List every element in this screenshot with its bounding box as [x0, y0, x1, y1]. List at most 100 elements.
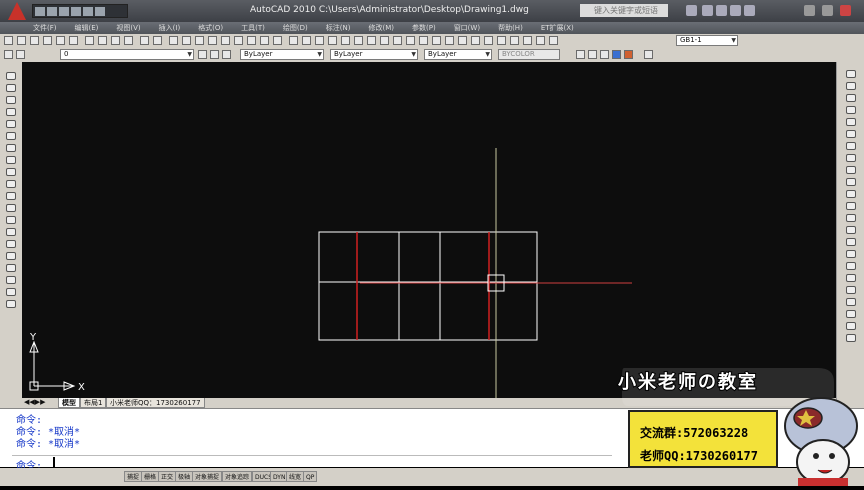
copy-icon[interactable] [98, 36, 107, 45]
lights-icon[interactable] [588, 50, 597, 59]
help-icon[interactable] [744, 5, 755, 16]
status-polar[interactable]: 极轴 [175, 471, 194, 482]
radius-dim-icon[interactable] [354, 36, 363, 45]
dim-edit-icon[interactable] [523, 36, 532, 45]
plot-icon[interactable] [43, 36, 52, 45]
menu-draw[interactable]: 绘图(D) [274, 22, 317, 34]
tool-palettes-icon[interactable] [247, 36, 256, 45]
match-icon[interactable] [124, 36, 133, 45]
qnew-icon[interactable] [4, 36, 13, 45]
communication-icon[interactable] [716, 5, 727, 16]
polygon-icon[interactable] [6, 108, 16, 116]
dimstyle-combo[interactable]: GB1-1 ▼ [676, 35, 738, 46]
menu-express[interactable]: ET扩展(X) [532, 22, 583, 34]
autocad-logo-icon[interactable] [8, 2, 26, 20]
center-mark-icon[interactable] [484, 36, 493, 45]
menu-insert[interactable]: 插入(I) [150, 22, 190, 34]
tab-nav-arrows-icon[interactable]: ◀◀▶▶ [24, 398, 46, 406]
layer-state-icon[interactable] [222, 50, 231, 59]
color-combo[interactable]: ByLayer ▼ [240, 49, 324, 60]
make-block-icon[interactable] [6, 216, 16, 224]
hatch-icon[interactable] [6, 240, 16, 248]
publish-icon[interactable] [69, 36, 78, 45]
status-snap[interactable]: 捕捉 [124, 471, 143, 482]
status-lineweight[interactable]: 线宽 [286, 471, 305, 482]
status-osnap[interactable]: 对象捕捉 [192, 471, 223, 482]
dim-space-icon[interactable] [445, 36, 454, 45]
visual-style-icon[interactable] [644, 50, 653, 59]
jogged-linear-icon[interactable] [510, 36, 519, 45]
menu-dimension[interactable]: 标注(N) [317, 22, 360, 34]
make-current-icon[interactable] [198, 50, 207, 59]
zoom-realtime-icon[interactable] [182, 36, 191, 45]
zoom-previous-icon[interactable] [208, 36, 217, 45]
extension-icon[interactable] [846, 322, 856, 330]
materials-icon[interactable] [600, 50, 609, 59]
layer-previous-icon[interactable] [210, 50, 219, 59]
render-icon[interactable] [576, 50, 585, 59]
layer-manager-icon[interactable] [4, 50, 13, 59]
linear-dim-icon[interactable] [302, 36, 311, 45]
minimize-icon[interactable] [804, 5, 815, 16]
gradient-icon[interactable] [6, 252, 16, 260]
continue-dim-icon[interactable] [432, 36, 441, 45]
ellipse-icon[interactable] [6, 180, 16, 188]
calculator-icon[interactable] [289, 36, 298, 45]
tab-layout1[interactable]: 布局1 [80, 398, 107, 408]
menu-window[interactable]: 窗口(W) [445, 22, 489, 34]
intersection-icon[interactable] [846, 310, 856, 318]
dim-text-edit-icon[interactable] [536, 36, 545, 45]
break-icon[interactable] [846, 214, 856, 222]
binoculars-icon[interactable] [686, 5, 697, 16]
snap-from-icon[interactable] [846, 274, 856, 282]
cut-icon[interactable] [85, 36, 94, 45]
trim-icon[interactable] [846, 178, 856, 186]
ellipse-arc-icon[interactable] [6, 192, 16, 200]
status-grid[interactable]: 栅格 [141, 471, 160, 482]
quick-dim-icon[interactable] [406, 36, 415, 45]
aligned-dim-icon[interactable] [315, 36, 324, 45]
multiline-text-icon[interactable] [6, 288, 16, 296]
status-otrack[interactable]: 对象追踪 [222, 471, 253, 482]
plotstyle-combo[interactable]: BYCOLOR [498, 49, 560, 60]
rectangle-icon[interactable] [6, 120, 16, 128]
angular-dim-icon[interactable] [393, 36, 402, 45]
midpoint-icon[interactable] [846, 298, 856, 306]
close-icon[interactable] [840, 5, 851, 16]
redo-icon[interactable] [153, 36, 162, 45]
zoom-window-icon[interactable] [195, 36, 204, 45]
spline-icon[interactable] [6, 168, 16, 176]
save-icon[interactable] [30, 36, 39, 45]
stretch-icon[interactable] [846, 166, 856, 174]
offset-icon[interactable] [846, 106, 856, 114]
layer-combo[interactable]: 0 ▼ [60, 49, 194, 60]
menu-tools[interactable]: 工具(T) [232, 22, 274, 34]
extend-icon[interactable] [846, 190, 856, 198]
insert-block-icon[interactable] [6, 204, 16, 212]
tab-teacher-qq[interactable]: 小米老师QQ：1730260177 [106, 398, 205, 408]
undo-icon[interactable] [71, 6, 81, 16]
dim-break-icon[interactable] [458, 36, 467, 45]
menu-file[interactable]: 文件(F) [24, 22, 66, 34]
baseline-dim-icon[interactable] [419, 36, 428, 45]
lineweight-combo[interactable]: ByLayer ▼ [424, 49, 492, 60]
construction-line-icon[interactable] [6, 84, 16, 92]
center-icon[interactable] [846, 334, 856, 342]
sheet-set-icon[interactable] [260, 36, 269, 45]
open-icon[interactable] [17, 36, 26, 45]
add-selected-icon[interactable] [6, 300, 16, 308]
save-icon[interactable] [59, 6, 69, 16]
menu-modify[interactable]: 修改(M) [359, 22, 403, 34]
rotate-icon[interactable] [846, 142, 856, 150]
menu-view[interactable]: 视图(V) [107, 22, 149, 34]
circle-icon[interactable] [6, 144, 16, 152]
fillet-icon[interactable] [846, 250, 856, 258]
scale-icon[interactable] [846, 154, 856, 162]
redo-icon[interactable] [83, 6, 93, 16]
design-center-icon[interactable] [234, 36, 243, 45]
menu-format[interactable]: 格式(O) [189, 22, 232, 34]
status-qp[interactable]: QP [303, 471, 318, 482]
status-ortho[interactable]: 正交 [158, 471, 177, 482]
drawing-canvas[interactable]: Y X [22, 62, 836, 398]
explode-icon[interactable] [846, 262, 856, 270]
